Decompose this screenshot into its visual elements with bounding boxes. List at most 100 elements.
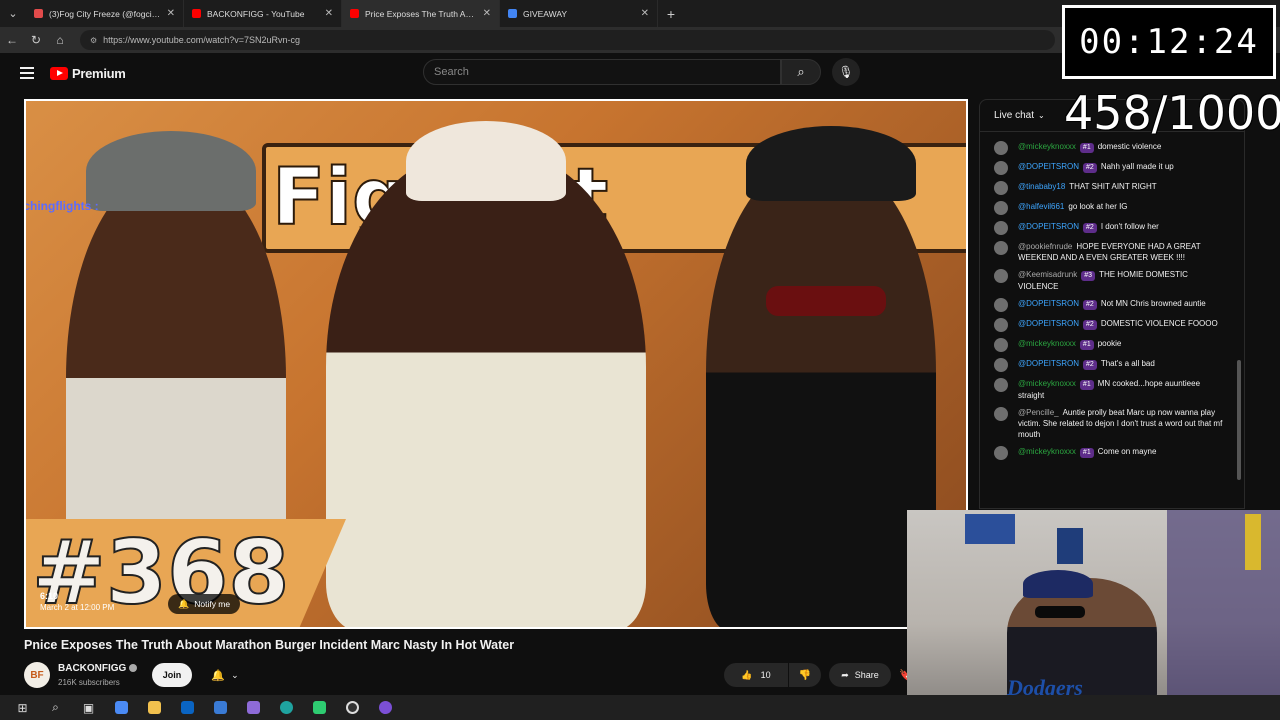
chat-message[interactable]: @tinababy18 THAT SHIT AINT RIGHT — [980, 178, 1234, 198]
chat-avatar[interactable] — [994, 221, 1008, 235]
dislike-button[interactable]: 👎 — [789, 663, 821, 687]
app-icon[interactable] — [237, 695, 270, 720]
chat-avatar[interactable] — [994, 318, 1008, 332]
tab-favicon-icon — [350, 9, 359, 18]
app-icon[interactable] — [303, 695, 336, 720]
chat-avatar[interactable] — [994, 358, 1008, 372]
wall-banner — [1245, 514, 1261, 570]
channel-name[interactable]: BACKONFIGG — [58, 663, 138, 674]
chat-message[interactable]: @DOPEITSRON #2 I don't follow her — [980, 218, 1234, 238]
chat-message[interactable]: @Pencille_ Auntie prolly beat Marc up now… — [980, 404, 1234, 443]
browser-tab[interactable]: GIVEAWAY ✕ — [500, 0, 658, 27]
member-badge: #2 — [1083, 163, 1097, 173]
video-player[interactable]: Fig a St #368 catchingflights : 6:10 Mar… — [24, 99, 968, 629]
copilot-icon[interactable] — [105, 695, 138, 720]
member-badge: #3 — [1081, 271, 1096, 281]
chat-avatar[interactable] — [994, 181, 1008, 195]
chat-scrollbar[interactable] — [1237, 360, 1241, 480]
chat-message-body: @mickeyknoxxx #1 pookie — [1018, 338, 1228, 352]
tab-close-icon[interactable]: ✕ — [325, 8, 333, 19]
tab-close-icon[interactable]: ✕ — [641, 8, 649, 19]
chat-message-body: @DOPEITSRON #2 I don't follow her — [1018, 221, 1228, 235]
home-icon[interactable]: ⌂ — [48, 33, 72, 47]
chat-author[interactable]: @DOPEITSRON — [1018, 359, 1079, 368]
chevron-down-icon: ⌄ — [231, 669, 239, 680]
goal-counter: 458/1000 — [1064, 86, 1280, 140]
search-input[interactable]: Search — [423, 59, 781, 85]
channel-avatar[interactable]: BF — [24, 662, 50, 688]
chat-avatar[interactable] — [994, 161, 1008, 175]
chat-author[interactable]: @DOPEITSRON — [1018, 162, 1079, 171]
tab-title: Price Exposes The Truth About M — [365, 8, 477, 19]
search-button[interactable]: ⌕ — [781, 59, 821, 85]
file-explorer-icon[interactable] — [138, 695, 171, 720]
like-button[interactable]: 👍 10 — [724, 663, 788, 687]
browser-tab[interactable]: (3)Fog City Freeze (@fogcityfreeze ✕ — [26, 0, 184, 27]
chat-author[interactable]: @Pencille_ — [1018, 408, 1059, 417]
outlook-icon[interactable] — [171, 695, 204, 720]
cap-left — [86, 131, 256, 211]
wall-poster — [965, 514, 1015, 544]
share-label: Share — [854, 670, 879, 680]
chat-message[interactable]: @pookiefnrude HOPE EVERYONE HAD A GREAT W… — [980, 238, 1234, 266]
chat-author[interactable]: @mickeyknoxxx — [1018, 379, 1076, 388]
chat-author[interactable]: @mickeyknoxxx — [1018, 339, 1076, 348]
taskbar-search-icon[interactable]: ⌕ — [39, 695, 72, 720]
url-field[interactable]: ⚙ https://www.youtube.com/watch?v=7SN2uR… — [80, 30, 1055, 50]
youtube-logo[interactable]: Premium — [50, 66, 126, 81]
new-tab-button[interactable]: + — [658, 6, 684, 22]
subscription-bell-button[interactable]: 🔔 ⌄ — [200, 663, 250, 687]
chat-message[interactable]: @Keemisadrunk #3 THE HOMIE DOMESTIC VIOLEN… — [980, 266, 1234, 295]
chevron-down-icon: ⌄ — [1038, 111, 1045, 120]
site-info-icon[interactable]: ⚙ — [90, 36, 97, 45]
share-button[interactable]: ➦ Share — [829, 663, 891, 687]
chat-avatar[interactable] — [994, 241, 1008, 255]
obs-icon[interactable] — [336, 695, 369, 720]
chat-author[interactable]: @Keemisadrunk — [1018, 270, 1077, 279]
chat-author[interactable]: @DOPEITSRON — [1018, 319, 1079, 328]
chat-author[interactable]: @mickeyknoxxx — [1018, 142, 1076, 151]
chat-author[interactable]: @pookiefnrude — [1018, 242, 1072, 251]
task-view-icon[interactable]: ▣ — [72, 695, 105, 720]
chat-avatar[interactable] — [994, 378, 1008, 392]
join-button[interactable]: Join — [152, 663, 192, 687]
chat-message[interactable]: @mickeyknoxxx #1 pookie — [980, 335, 1234, 355]
chat-avatar[interactable] — [994, 269, 1008, 283]
chat-avatar[interactable] — [994, 298, 1008, 312]
tab-list-chevron-icon[interactable]: ⌄ — [0, 0, 26, 27]
menu-icon[interactable] — [20, 64, 34, 82]
start-icon[interactable]: ⊞ — [6, 695, 39, 720]
edge-icon[interactable] — [270, 695, 303, 720]
chat-author[interactable]: @DOPEITSRON — [1018, 299, 1079, 308]
voice-search-button[interactable]: 🎙 — [832, 58, 860, 86]
chat-author[interactable]: @mickeyknoxxx — [1018, 447, 1076, 456]
chat-avatar[interactable] — [994, 141, 1008, 155]
chat-author[interactable]: @DOPEITSRON — [1018, 222, 1079, 231]
tab-favicon-icon — [192, 9, 201, 18]
store-icon[interactable] — [204, 695, 237, 720]
windows-taskbar: ⊞ ⌕ ▣ — [0, 695, 1280, 720]
app-icon[interactable] — [369, 695, 402, 720]
chat-message[interactable]: @DOPEITSRON #2 Nahh yall made it up — [980, 158, 1234, 178]
chat-avatar[interactable] — [994, 201, 1008, 215]
tab-close-icon[interactable]: ✕ — [483, 8, 491, 19]
tab-close-icon[interactable]: ✕ — [167, 8, 175, 19]
notify-me-button[interactable]: 🔔 Notify me — [168, 594, 241, 614]
chat-avatar[interactable] — [994, 407, 1008, 421]
chat-message[interactable]: @DOPEITSRON #2 Not MN Chris browned auntie — [980, 295, 1234, 315]
chat-avatar[interactable] — [994, 446, 1008, 460]
browser-tab-active[interactable]: Price Exposes The Truth About M ✕ — [342, 0, 500, 27]
back-icon[interactable]: ← — [0, 33, 24, 47]
tab-title: GIVEAWAY — [523, 8, 568, 19]
chat-avatar[interactable] — [994, 338, 1008, 352]
chat-author[interactable]: @tinababy18 — [1018, 182, 1065, 191]
chat-message[interactable]: @DOPEITSRON #2 DOMESTIC VIOLENCE FOOOO — [980, 315, 1234, 335]
chat-message[interactable]: @mickeyknoxxx #1 Come on mayne — [980, 443, 1234, 463]
chat-message[interactable]: @mickeyknoxxx #1 domestic violence — [980, 138, 1234, 158]
reload-icon[interactable]: ↻ — [24, 33, 48, 47]
chat-message[interactable]: @halfevil661 go look at her IG — [980, 198, 1234, 218]
chat-message[interactable]: @mickeyknoxxx #1 MN cooked...hope auuntiee… — [980, 375, 1234, 404]
chat-message[interactable]: @DOPEITSRON #2 That's a all bad — [980, 355, 1234, 375]
browser-tab[interactable]: BACKONFIGG - YouTube ✕ — [184, 0, 342, 27]
chat-author[interactable]: @halfevil661 — [1018, 202, 1064, 211]
